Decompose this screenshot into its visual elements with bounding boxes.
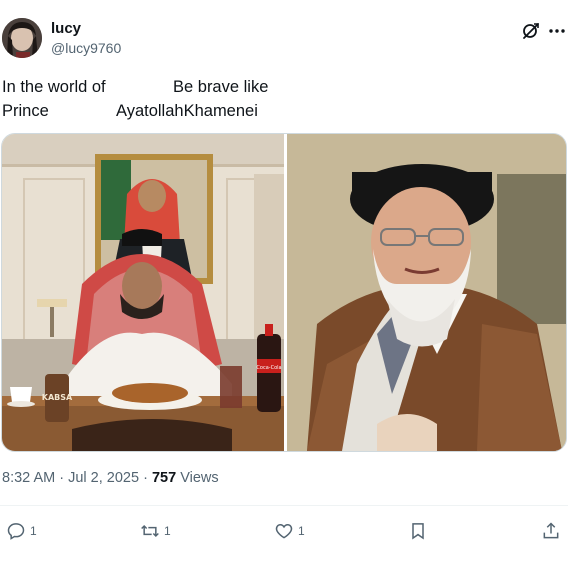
tweet-date[interactable]: Jul 2, 2025 [68,470,139,486]
bottle-label: Coca-Cola [256,365,281,371]
like-button[interactable]: 1 [274,520,305,542]
tweet-time[interactable]: 8:32 AM [2,470,55,486]
bookmark-icon [412,523,424,540]
heart-icon [275,523,293,539]
meta-separator: · [59,470,65,486]
tweet-meta: 8:32 AM · Jul 2, 2025 · 757 Views [2,470,219,486]
repost-count: 1 [164,524,171,538]
media-grid: KABSA Coca-Cola [1,133,567,452]
tweet-text-line: In the world of [2,78,106,96]
share-icon [543,522,559,539]
divider [0,505,568,506]
kabsa-jar-label: KABSA [42,393,73,402]
reply-button[interactable]: 1 [6,520,37,542]
reply-icon [7,523,25,540]
media-image-right[interactable] [287,134,566,451]
more-options-icon[interactable] [547,21,567,41]
tweet-text-line: Be brave like [173,78,269,96]
avatar[interactable] [2,18,42,58]
meta-separator: · [143,470,148,486]
reply-count: 1 [30,524,37,538]
bookmark-button[interactable] [408,520,428,542]
share-button[interactable] [541,520,561,542]
tweet-header: lucy @lucy9760 [0,0,568,64]
views-label: Views [180,470,219,486]
tweet-text: In the world of Be brave like Prince Aya… [2,75,302,123]
tweet-text-line: AyatollahKhamenei [116,102,258,120]
tweet-text-line: Prince [2,102,49,120]
author-handle[interactable]: @lucy9760 [51,40,121,56]
views-count: 757 [151,470,177,486]
repost-button[interactable]: 1 [140,520,171,542]
grok-icon[interactable] [521,21,541,41]
repost-icon [141,524,159,538]
author-name[interactable]: lucy [51,20,81,37]
like-count: 1 [298,524,305,538]
media-image-left[interactable]: KABSA Coca-Cola [2,134,284,451]
